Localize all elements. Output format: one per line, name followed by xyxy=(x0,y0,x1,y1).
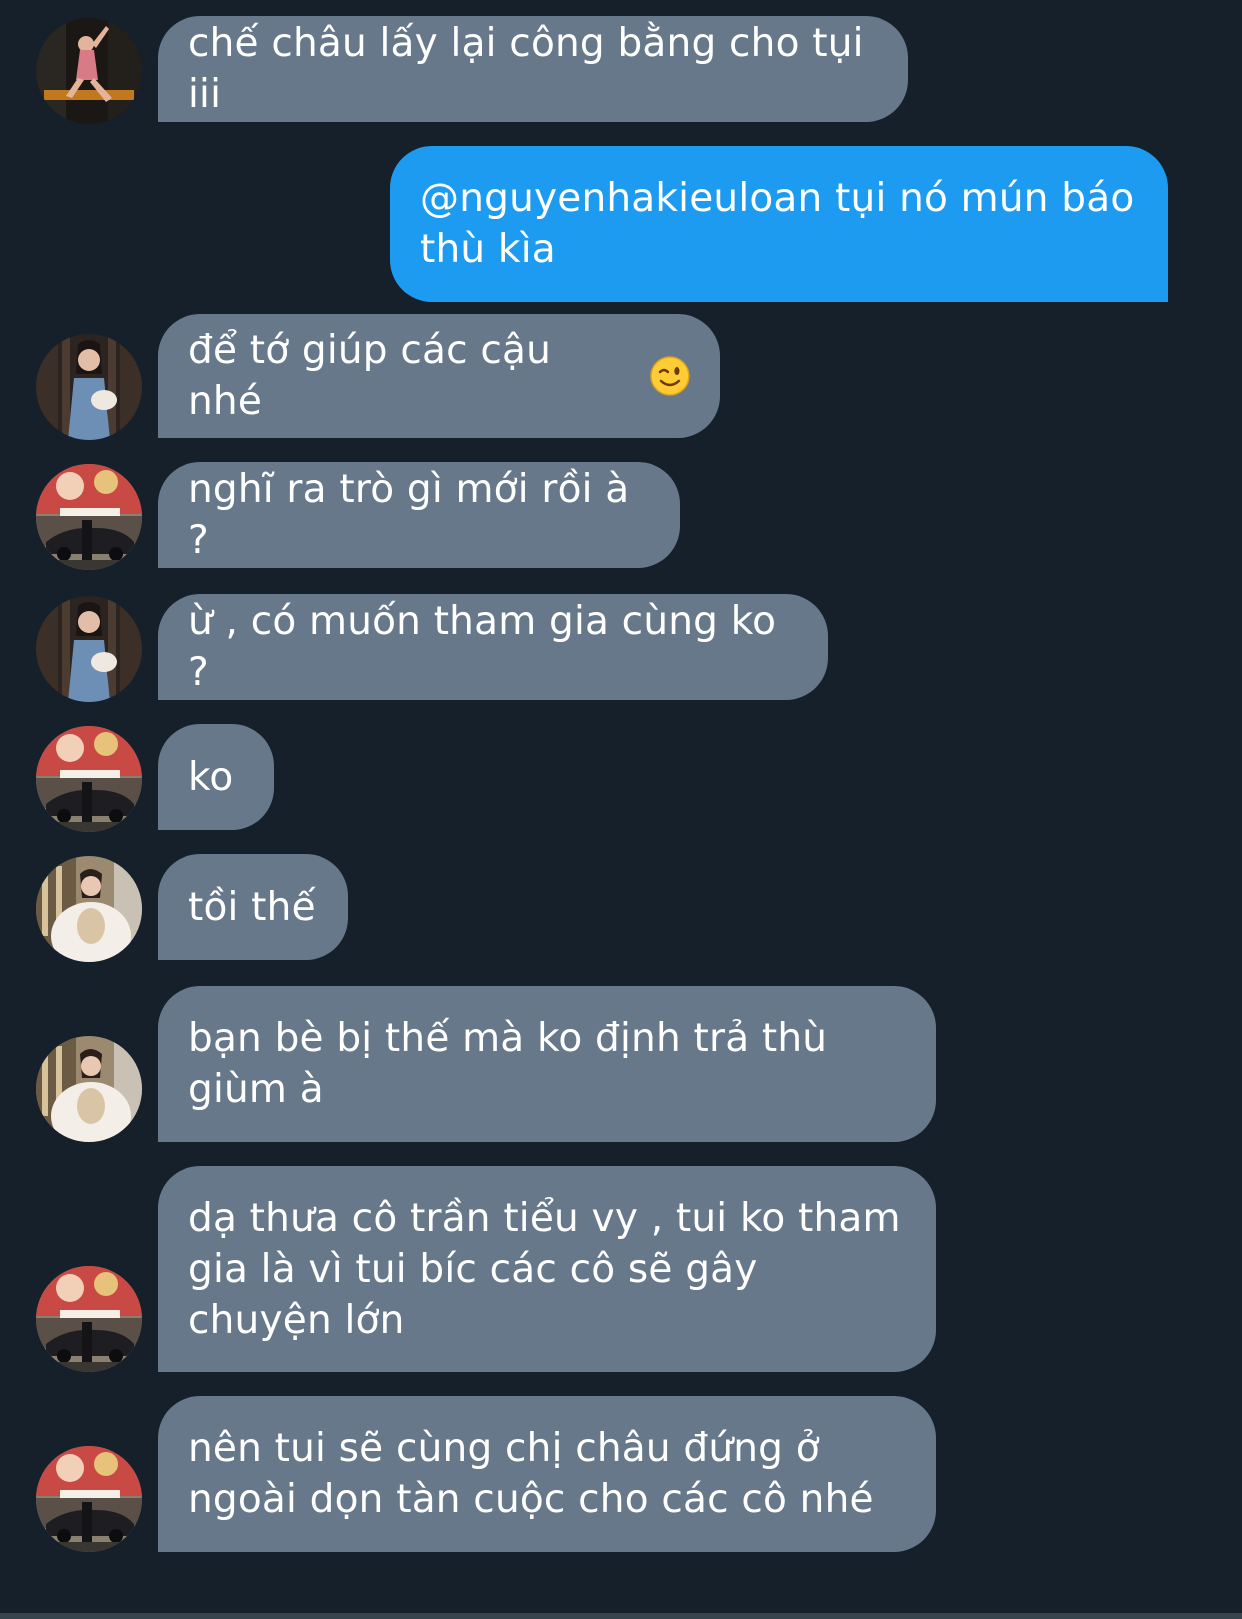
avatar-car-street-icon[interactable] xyxy=(36,1446,142,1552)
message-bubble[interactable]: nên tui sẽ cùng chị châu đứng ở ngoài dọ… xyxy=(158,1396,936,1552)
message-text: nghĩ ra trò gì mới rồi à ? xyxy=(188,467,642,563)
message-text: chế châu lấy lại công bằng cho tụi iii xyxy=(188,21,877,117)
avatar-denim-dress-icon[interactable] xyxy=(36,334,142,440)
message-text: bạn bè bị thế mà ko định trả thù giùm à xyxy=(188,1016,840,1112)
message-bubble[interactable]: ko xyxy=(158,724,274,830)
message-bubble[interactable]: nghĩ ra trò gì mới rồi à ? xyxy=(158,462,680,568)
message-text: để tớ giúp các cậu nhé xyxy=(188,328,564,424)
winking-face-emoji-icon xyxy=(650,356,690,396)
avatar-white-fur-icon[interactable] xyxy=(36,856,142,962)
message-bubble[interactable]: ừ , có muốn tham gia cùng ko ? xyxy=(158,594,828,700)
message-text: tồi thế xyxy=(188,884,316,930)
avatar-pink-outfit-icon[interactable] xyxy=(36,18,142,124)
message-text: ừ , có muốn tham gia cùng ko ? xyxy=(188,599,789,695)
message-text: nên tui sẽ cùng chị châu đứng ở ngoài dọ… xyxy=(188,1426,874,1522)
bottom-divider xyxy=(0,1613,1242,1619)
message-bubble[interactable]: tồi thế xyxy=(158,854,348,960)
avatar-car-street-icon[interactable] xyxy=(36,464,142,570)
message-bubble[interactable]: để tớ giúp các cậu nhé xyxy=(158,314,720,438)
message-text: ko xyxy=(188,754,234,800)
message-thread: chế châu lấy lại công bằng cho tụi iii @… xyxy=(0,0,1242,1619)
avatar-white-fur-icon[interactable] xyxy=(36,1036,142,1142)
message-text: @nguyenhakieuloan tụi nó mún báo thù kìa xyxy=(420,176,1148,272)
message-bubble[interactable]: bạn bè bị thế mà ko định trả thù giùm à xyxy=(158,986,936,1142)
message-bubble[interactable]: dạ thưa cô trần tiểu vy , tui ko tham gi… xyxy=(158,1166,936,1372)
outgoing-message-bubble[interactable]: @nguyenhakieuloan tụi nó mún báo thù kìa xyxy=(390,146,1168,302)
avatar-car-street-icon[interactable] xyxy=(36,1266,142,1372)
message-text: dạ thưa cô trần tiểu vy , tui ko tham gi… xyxy=(188,1195,914,1343)
message-bubble[interactable]: chế châu lấy lại công bằng cho tụi iii xyxy=(158,16,908,122)
avatar-car-street-icon[interactable] xyxy=(36,726,142,832)
avatar-denim-dress-icon[interactable] xyxy=(36,596,142,702)
